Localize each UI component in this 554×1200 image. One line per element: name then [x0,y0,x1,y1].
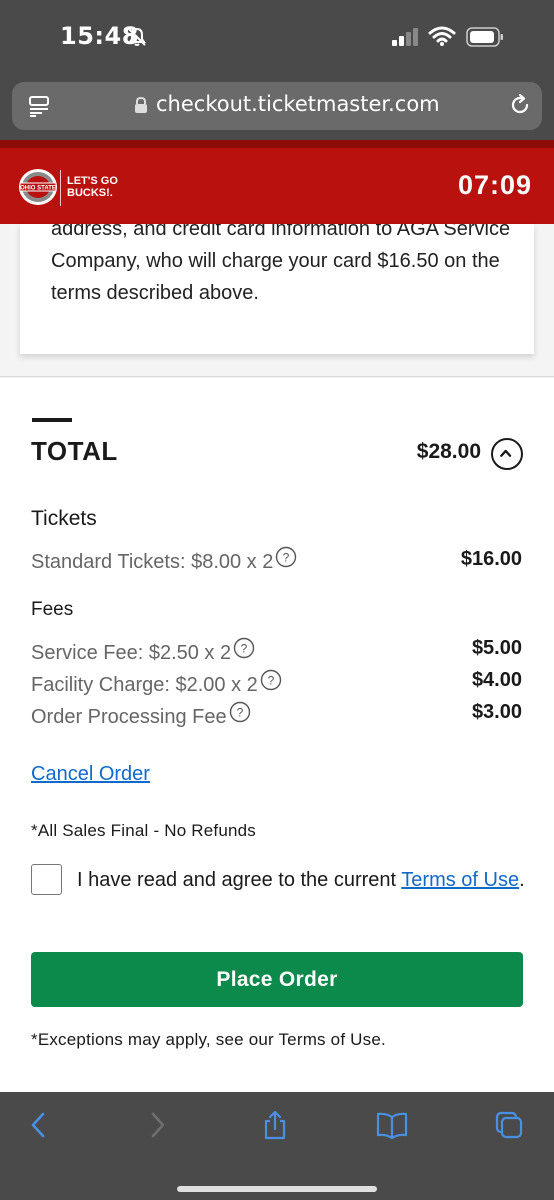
svg-text:?: ? [241,641,248,655]
terms-card: address, and credit card information to … [20,224,534,354]
url-text: checkout.ticketmaster.com [156,92,440,116]
help-icon[interactable]: ? [275,546,297,568]
fees-heading: Fees [31,599,74,620]
help-icon[interactable]: ? [260,669,282,691]
terms-checkbox[interactable] [31,864,62,895]
fee-line-value: $5.00 [471,637,522,659]
cancel-order-link[interactable]: Cancel Order [31,763,150,786]
signal-icon [392,28,418,46]
fee-line-text: Facility Charge: $2.00 x 2 [31,674,258,696]
svg-text:?: ? [267,673,274,687]
ticket-line-text: Standard Tickets: $8.00 x 2 [31,551,274,573]
ticket-line-label: Standard Tickets: $8.00 x 2 ? [31,546,297,574]
help-icon[interactable]: ? [229,701,251,723]
status-bar: 15:48 [0,0,554,75]
svg-text:OHIO STATE: OHIO STATE [20,186,56,192]
home-indicator[interactable] [177,1186,377,1192]
place-order-button[interactable]: Place Order [31,952,523,1007]
tabs-icon[interactable] [494,1110,524,1140]
svg-text:?: ? [236,705,243,719]
fee-line-label: Facility Charge: $2.00 x 2 ? [31,669,282,697]
battery-icon [466,27,503,47]
svg-text:?: ? [283,550,290,564]
total-value: $28.00 [416,440,481,463]
fee-line-value: $4.00 [471,669,522,691]
fee-line-text: Service Fee: $2.50 x 2 [31,642,232,664]
terms-card-text: address, and credit card information to … [51,224,511,304]
tickets-heading: Tickets [31,507,97,530]
reload-icon[interactable] [508,93,532,117]
back-icon[interactable] [24,1110,54,1140]
fee-line-text: Order Processing Fee [31,706,227,728]
agree-suffix: . [519,869,525,891]
wifi-icon [428,26,456,46]
bell-slash-icon [128,27,146,46]
lock-icon [135,97,147,113]
fee-line-label: Order Processing Fee ? [31,701,251,729]
fee-line-value: $3.00 [471,701,522,723]
reader-icon[interactable] [28,95,50,117]
checkout-timer: 07:09 [457,170,532,200]
chevron-up-icon[interactable] [491,438,523,470]
help-icon[interactable]: ? [233,637,255,659]
forward-icon[interactable] [142,1110,172,1140]
brand-header: OHIO STATE LET'S GO BUCKS!. 07:09 [0,140,554,224]
bookmarks-icon[interactable] [376,1110,408,1140]
exceptions-notice: *Exceptions may apply, see our Terms of … [31,1030,386,1049]
browser-toolbar [0,1092,554,1200]
sales-final-notice: *All Sales Final - No Refunds [31,821,257,840]
terms-agreement: I have read and agree to the current Ter… [77,866,527,895]
section-divider [0,376,554,377]
fee-line-label: Service Fee: $2.50 x 2 ? [31,637,255,665]
ohio-state-logo: OHIO STATE [19,169,57,205]
ticket-line-value: $16.00 [460,548,522,570]
total-dash [32,418,72,422]
brand-tagline: LET'S GO BUCKS!. [67,175,118,199]
total-label: TOTAL [31,436,118,466]
terms-of-use-link[interactable]: Terms of Use [401,869,519,891]
browser-chrome: 15:48 checkout.ticketmaster.com [0,0,554,140]
share-icon[interactable] [260,1110,290,1140]
brand-divider [60,170,61,206]
address-bar[interactable]: checkout.ticketmaster.com [12,82,542,130]
agree-prefix: I have read and agree to the current [77,869,402,891]
